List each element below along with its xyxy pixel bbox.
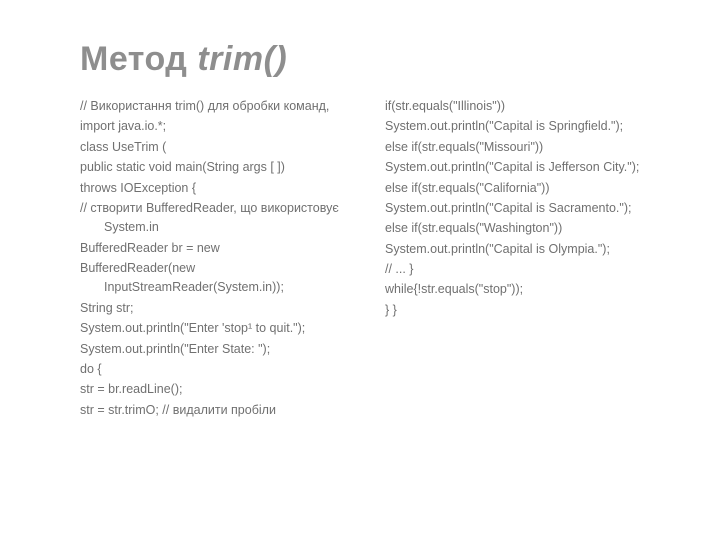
code-line: else if(str.equals("Missouri")) bbox=[385, 138, 660, 157]
title-text: Метод bbox=[80, 40, 197, 78]
code-line: do { bbox=[80, 360, 355, 379]
code-line: System.out.println("Enter State: "); bbox=[80, 340, 355, 359]
code-line: str = br.readLine(); bbox=[80, 380, 355, 399]
left-column: // Використання trim() для обробки коман… bbox=[80, 97, 355, 421]
code-line: class UseTrim ( bbox=[80, 138, 355, 157]
code-line: BufferedReader br = new bbox=[80, 239, 355, 258]
title-method: trim() bbox=[197, 40, 287, 78]
code-line: System.out.println("Capital is Jefferson… bbox=[385, 158, 660, 177]
code-line: System.out.println("Capital is Sacrament… bbox=[385, 199, 660, 218]
code-line: System.out.println("Enter 'stop¹ to quit… bbox=[80, 319, 355, 338]
code-line: else if(str.equals("California")) bbox=[385, 179, 660, 198]
code-line: BufferedReader(new InputStreamReader(Sys… bbox=[80, 259, 355, 298]
code-line: else if(str.equals("Washington")) bbox=[385, 219, 660, 238]
code-line: public static void main(String args [ ]) bbox=[80, 158, 355, 177]
right-column: if(str.equals("Illinois")) System.out.pr… bbox=[385, 97, 660, 421]
code-line: // Використання trim() для обробки коман… bbox=[80, 97, 355, 116]
slide-title: Метод trim() bbox=[80, 40, 660, 79]
slide: Метод trim() // Використання trim() для … bbox=[0, 0, 720, 540]
code-line: System.out.println("Capital is Springfie… bbox=[385, 117, 660, 136]
code-line: // створити BufferedReader, що використо… bbox=[80, 199, 355, 238]
code-line: import java.io.*; bbox=[80, 117, 355, 136]
code-line: throws IOException { bbox=[80, 179, 355, 198]
code-line: // ... } bbox=[385, 260, 660, 279]
columns: // Використання trim() для обробки коман… bbox=[80, 97, 660, 421]
code-line: String str; bbox=[80, 299, 355, 318]
code-line: str = str.trimO; // видалити пробіли bbox=[80, 401, 355, 420]
code-line: System.out.println("Capital is Olympia."… bbox=[385, 240, 660, 259]
code-line: if(str.equals("Illinois")) bbox=[385, 97, 660, 116]
code-line: } } bbox=[385, 301, 660, 320]
code-line: while{!str.equals("stop")); bbox=[385, 280, 660, 299]
